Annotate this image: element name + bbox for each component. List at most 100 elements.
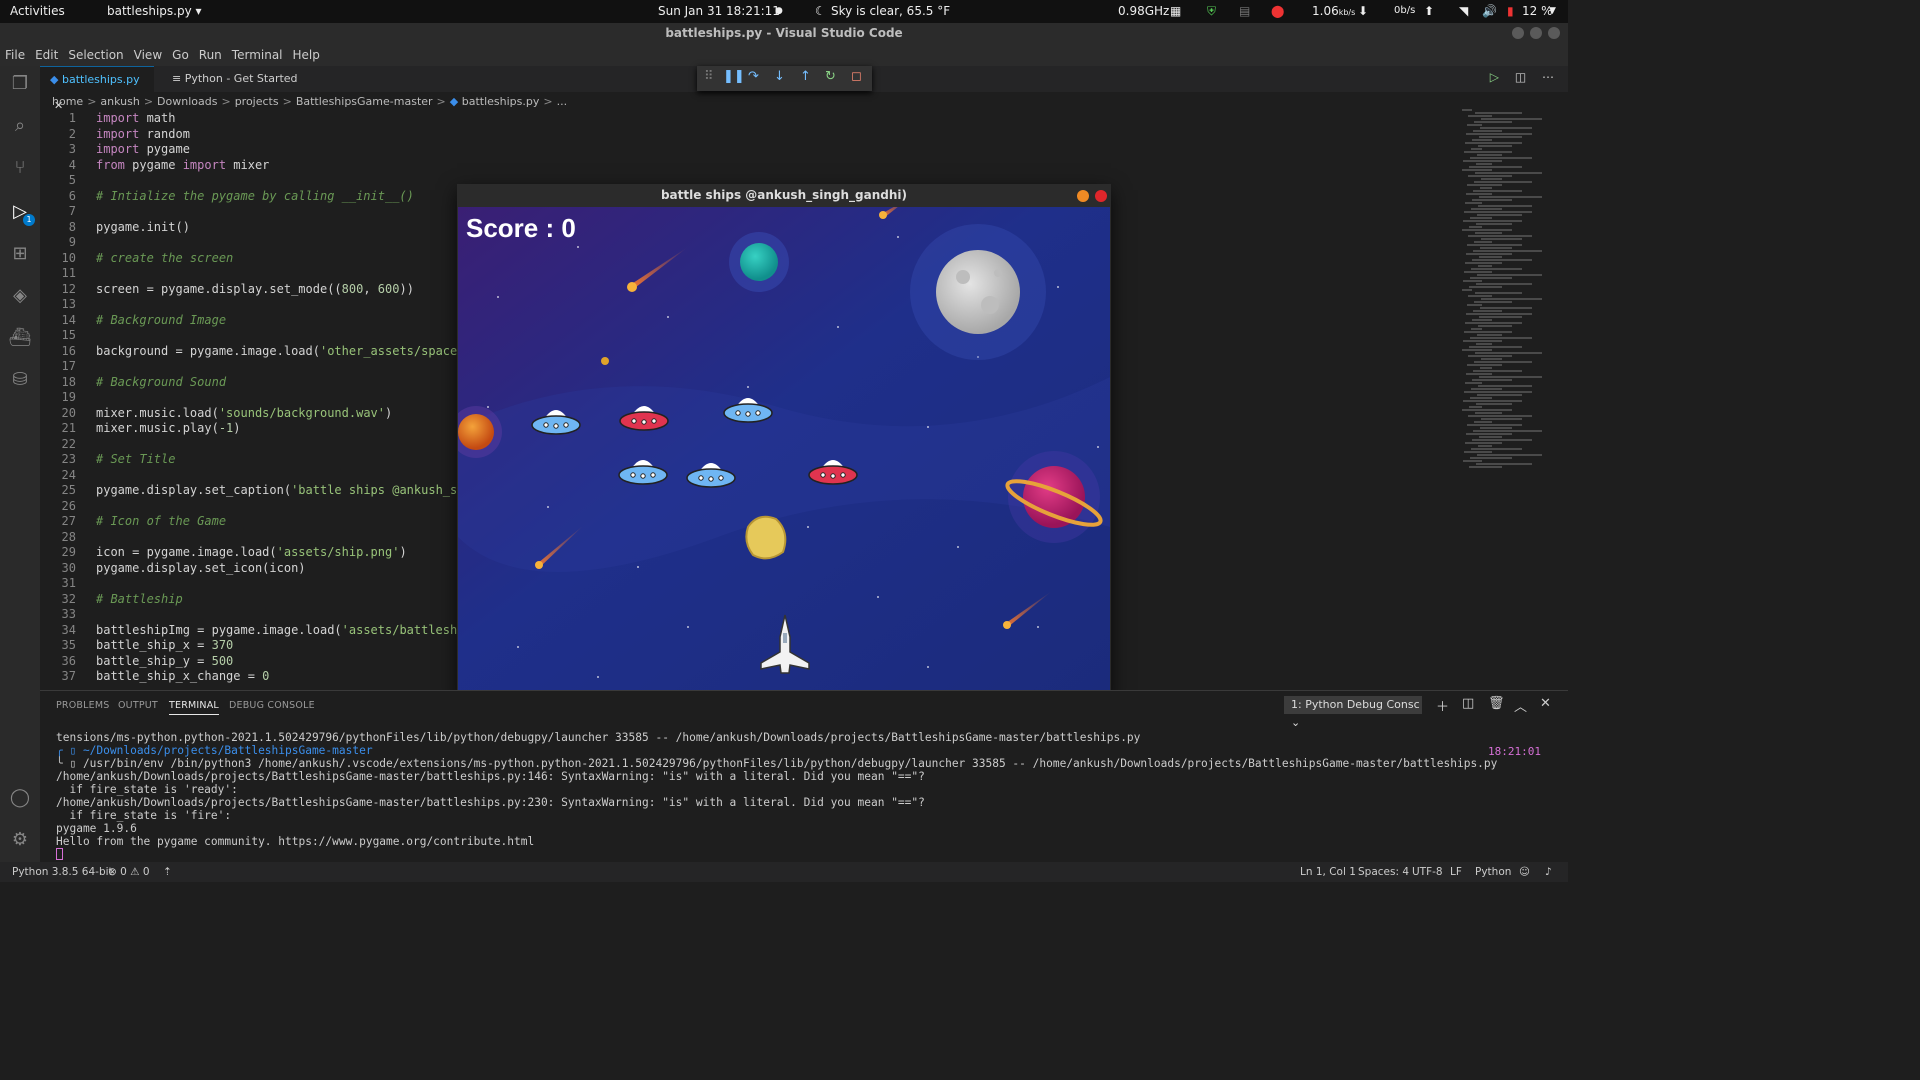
python-interpreter[interactable]: Python 3.8.5 64-bit <box>12 866 113 878</box>
cpu-icon: ▦ <box>1170 4 1182 18</box>
breadcrumb-item[interactable]: projects <box>235 95 279 108</box>
minimize-button[interactable] <box>1512 27 1524 39</box>
more-actions-icon[interactable]: ⋯ <box>1542 70 1554 84</box>
code-line[interactable]: 4 from pygame import mixer <box>40 158 1460 174</box>
new-terminal-icon[interactable]: ＋ <box>1436 696 1449 715</box>
docker-icon[interactable]: ⛴ <box>8 326 32 350</box>
tab-terminal[interactable]: TERMINAL <box>169 700 219 715</box>
game-minimize-button[interactable] <box>1077 190 1089 202</box>
terminal-select[interactable]: 1: Python Debug Consc ⌄ <box>1284 696 1422 729</box>
breadcrumb-item[interactable]: battleships.py <box>462 95 540 108</box>
battery-percent[interactable]: 12 % <box>1522 4 1553 18</box>
game-close-button[interactable] <box>1095 190 1107 202</box>
menu-edit[interactable]: Edit <box>30 44 63 66</box>
menu-help[interactable]: Help <box>288 44 325 66</box>
menu-run[interactable]: Run <box>194 44 227 66</box>
line-number: 21 <box>61 421 76 435</box>
split-editor-icon[interactable]: ◫ <box>1515 70 1526 84</box>
indentation[interactable]: Spaces: 4 <box>1358 866 1409 878</box>
tab-problems[interactable]: PROBLEMS <box>56 700 109 711</box>
wifi-icon[interactable]: ◥ <box>1459 4 1468 18</box>
split-terminal-icon[interactable]: ◫ <box>1462 696 1474 711</box>
terminal-cursor[interactable] <box>56 848 1497 861</box>
cursor-position[interactable]: Ln 1, Col 1 <box>1300 866 1356 878</box>
source-control-icon[interactable]: ⑂ <box>8 156 32 180</box>
close-panel-icon[interactable]: ✕ <box>1540 696 1551 711</box>
extensions-icon[interactable]: ⊞ <box>8 242 32 266</box>
code-text: from pygame import mixer <box>96 157 270 172</box>
tab-battleships[interactable]: ◆ battleships.py ✕ <box>40 66 154 112</box>
menu-selection[interactable]: Selection <box>63 44 128 66</box>
breadcrumb-item[interactable]: ... <box>557 95 568 108</box>
run-file-icon[interactable]: ▷ <box>1490 70 1499 84</box>
weather-text[interactable]: Sky is clear, 65.5 °F <box>831 4 950 18</box>
layers-icon[interactable]: ◈ <box>8 284 32 308</box>
code-line[interactable]: 3 import pygame <box>40 142 1460 158</box>
account-icon[interactable]: ◯ <box>8 786 32 810</box>
breadcrumb-item[interactable]: home <box>52 95 83 108</box>
cpu-frequency[interactable]: 0.98GHz <box>1118 4 1169 18</box>
settings-gear-icon[interactable]: ⚙ <box>8 828 32 852</box>
pause-icon[interactable]: ❚❚ <box>723 69 745 84</box>
activities-button[interactable]: Activities <box>10 4 65 18</box>
maximize-button[interactable] <box>1530 27 1542 39</box>
close-button[interactable] <box>1548 27 1560 39</box>
code-line[interactable]: 2 import random <box>40 127 1460 143</box>
window-title: battleships.py - Visual Studio Code <box>0 23 1568 44</box>
drag-handle-icon[interactable]: ⠿ <box>704 69 714 84</box>
pygame-window[interactable]: battle ships @ankush_singh_gandhi) Score… <box>457 184 1111 698</box>
restart-icon[interactable]: ↻ <box>825 69 836 84</box>
network-upload-rate[interactable]: 0b/s <box>1394 5 1415 16</box>
tab-python-get-started[interactable]: ≡ Python - Get Started <box>162 66 308 92</box>
breadcrumb-item[interactable]: Downloads <box>157 95 217 108</box>
language-mode[interactable]: Python <box>1475 866 1511 878</box>
tab-output[interactable]: OUTPUT <box>118 700 158 711</box>
encoding[interactable]: UTF-8 <box>1412 866 1443 878</box>
line-number: 37 <box>61 669 76 683</box>
breadcrumb-item[interactable]: BattleshipsGame-master <box>296 95 433 108</box>
terminal-line: if fire_state is 'ready': <box>56 783 238 796</box>
line-ending[interactable]: LF <box>1450 866 1462 878</box>
line-number: 32 <box>61 591 76 606</box>
menu-terminal[interactable]: Terminal <box>227 44 288 66</box>
line-number: 2 <box>68 126 76 141</box>
tab-debug-console[interactable]: DEBUG CONSOLE <box>229 700 315 711</box>
explorer-icon[interactable]: ❐ <box>8 72 32 96</box>
network-download-rate[interactable]: 1.06kb/s <box>1312 4 1355 18</box>
minimap[interactable] <box>1462 108 1557 508</box>
step-over-icon[interactable]: ↷ <box>748 69 759 84</box>
live-share-icon[interactable]: ⇡ <box>163 866 172 878</box>
breadcrumb-item[interactable]: ankush <box>100 95 139 108</box>
line-number: 1 <box>68 111 76 125</box>
step-into-icon[interactable]: ↓ <box>774 69 785 84</box>
code-line[interactable]: 1 import math <box>40 111 1460 127</box>
code-text: import pygame <box>96 142 190 156</box>
code-text: # Background Image <box>96 312 227 327</box>
bell-icon[interactable]: ♪ <box>1545 866 1552 878</box>
step-out-icon[interactable]: ↑ <box>800 69 811 84</box>
menu-go[interactable]: Go <box>167 44 194 66</box>
space-scene <box>458 207 1110 697</box>
database-icon[interactable]: ⛁ <box>8 368 32 392</box>
game-canvas[interactable]: Score : 0 <box>458 207 1110 697</box>
feedback-icon[interactable]: ☺ <box>1519 866 1530 878</box>
trash-icon[interactable]: 🗑 <box>1488 696 1505 711</box>
run-debug-icon[interactable]: ▷ 1 <box>8 200 35 226</box>
menu-file[interactable]: File <box>0 44 30 66</box>
breadcrumb: home > ankush > Downloads > projects > Battleshi… <box>52 95 568 108</box>
terminal-output[interactable]: tensions/ms-python.python-2021.1.5024297… <box>56 731 1497 861</box>
volume-icon[interactable]: 🔊 <box>1482 4 1497 18</box>
code-text: battle_ship_x = 370 <box>96 638 234 652</box>
menu-view[interactable]: View <box>129 44 167 66</box>
problems-count[interactable]: ⊗ 0 ⚠ 0 <box>108 866 150 878</box>
system-menu-chevron-icon[interactable]: ▼ <box>1549 6 1556 16</box>
clock[interactable]: Sun Jan 31 18:21:11 <box>658 4 780 18</box>
app-menu[interactable]: battleships.py ▾ <box>107 4 202 18</box>
stop-icon[interactable]: ◻ <box>851 69 862 84</box>
terminal-line: pygame 1.9.6 <box>56 822 137 835</box>
window-controls <box>1506 27 1560 42</box>
maximize-panel-icon[interactable]: ︿ <box>1514 696 1527 715</box>
search-icon[interactable]: ⌕ <box>8 114 32 138</box>
line-number: 12 <box>61 281 76 296</box>
battery-icon[interactable]: ▮ <box>1507 4 1514 18</box>
